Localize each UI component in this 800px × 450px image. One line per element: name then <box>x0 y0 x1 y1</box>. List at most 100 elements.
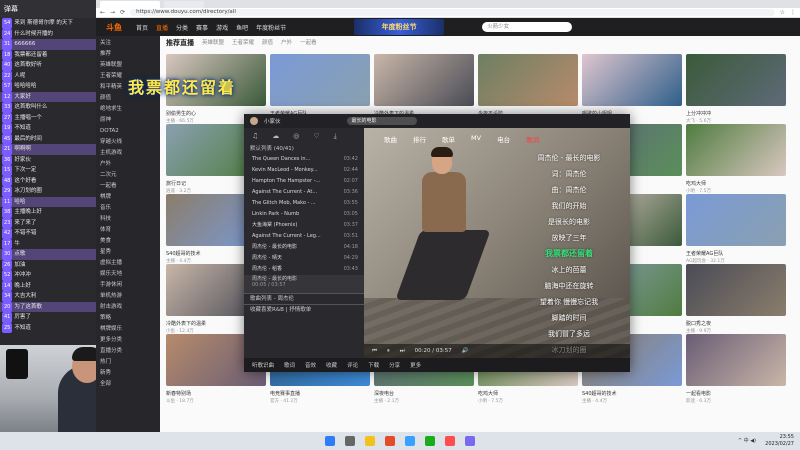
category-item[interactable]: 热门 <box>96 357 160 368</box>
radio-icon[interactable]: ◎ <box>293 132 299 140</box>
player-search-input[interactable]: 最长的电影 <box>346 117 417 125</box>
player-bottom-item[interactable]: 下载 <box>368 361 379 369</box>
category-item[interactable]: 主机游戏 <box>96 148 160 159</box>
category-item[interactable]: 更多分类 <box>96 335 160 346</box>
category-item[interactable]: 虚拟主播 <box>96 258 160 269</box>
browser-tab[interactable] <box>164 0 204 8</box>
category-item[interactable]: 策略 <box>96 313 160 324</box>
section-filter[interactable]: 一起看 <box>300 36 317 50</box>
reload-icon[interactable]: ⟳ <box>120 9 125 16</box>
category-item[interactable]: 英雄联盟 <box>96 60 160 71</box>
stream-card[interactable]: 唱歌的小姐姐阿离 · 23.0万 <box>582 54 682 124</box>
category-item[interactable]: 推荐 <box>96 49 160 60</box>
category-item[interactable]: 关注 <box>96 38 160 49</box>
play-pause-icon[interactable]: ⏸ <box>387 348 390 355</box>
url-field[interactable]: https://www.douyu.com/directory/all <box>130 9 775 16</box>
obs-icon[interactable] <box>465 436 475 446</box>
category-item[interactable]: 星秀 <box>96 247 160 258</box>
music-note-icon[interactable]: ♫ <box>252 132 258 140</box>
player-tab[interactable]: 歌曲 <box>384 134 397 144</box>
category-item[interactable]: 户外 <box>96 159 160 170</box>
song-row[interactable]: 周杰伦 - 稻香 03:43 <box>244 264 364 275</box>
clock[interactable]: 23:55 2023/02/27 <box>765 434 794 448</box>
star-icon[interactable]: ☆ <box>780 9 785 16</box>
wechat-icon[interactable] <box>425 436 435 446</box>
forward-icon[interactable]: → <box>110 9 115 16</box>
start-icon[interactable] <box>325 436 335 446</box>
stream-card[interactable]: 王者荣耀AG巨队AG超玩会 · 32.1万 <box>686 194 786 264</box>
category-item[interactable]: 音乐 <box>96 203 160 214</box>
category-item[interactable]: 棋牌娱乐 <box>96 324 160 335</box>
chrome-icon[interactable] <box>385 436 395 446</box>
player-tab[interactable]: MV <box>471 134 481 144</box>
song-row[interactable]: 大鱼海棠 (Phoenix) 03:37 <box>244 220 364 231</box>
category-item[interactable]: 手游休闲 <box>96 280 160 291</box>
nav-item[interactable]: 鱼吧 <box>236 23 248 32</box>
nav-item[interactable]: 赛事 <box>196 23 208 32</box>
stream-card[interactable]: 吃鸡大师 小明 · 7.5万 <box>686 124 786 194</box>
player-bottom-item[interactable]: 歌词 <box>284 361 295 369</box>
song-row[interactable]: Kevin MacLeod - Monkey... 02:44 <box>244 165 364 176</box>
next-icon[interactable]: ⏭ <box>400 348 405 355</box>
nav-item[interactable]: 年度粉丝节 <box>256 23 286 32</box>
category-item[interactable]: 绝地求生 <box>96 104 160 115</box>
playlist-section[interactable]: 歌曲列表 - 周杰伦 <box>244 293 364 304</box>
nav-item[interactable]: 首页 <box>136 23 148 32</box>
player-bottom-item[interactable]: 更多 <box>410 361 421 369</box>
section-filter[interactable]: 颜值 <box>262 36 273 50</box>
qq-icon[interactable] <box>405 436 415 446</box>
category-item[interactable]: 一起看 <box>96 181 160 192</box>
heart-icon[interactable]: ♡ <box>313 132 319 140</box>
category-item[interactable]: 单机热游 <box>96 291 160 302</box>
category-item[interactable]: 科技 <box>96 214 160 225</box>
category-item[interactable]: 美食 <box>96 236 160 247</box>
stream-card[interactable]: 今夜不设防主播 · 8.8万 <box>478 54 578 124</box>
player-tab[interactable]: 歌单 <box>442 134 455 144</box>
prev-icon[interactable]: ⏮ <box>372 348 377 355</box>
song-row[interactable]: The Glitch Mob, Mako - ... 03:55 <box>244 198 364 209</box>
song-row[interactable]: Hampton The Hampster -... 02:07 <box>244 176 364 187</box>
nav-item[interactable]: 分类 <box>176 23 188 32</box>
song-row[interactable]: Linkin Park - Numb 03:05 <box>244 209 364 220</box>
player-bottom-item[interactable]: 音效 <box>305 361 316 369</box>
stream-card[interactable]: 脱口秀之夜主播 · 9.9万 <box>686 264 786 334</box>
player-tab[interactable]: 电台 <box>497 134 510 144</box>
song-row[interactable]: Against The Current - At... 03:36 <box>244 187 364 198</box>
browser-tab[interactable] <box>100 0 160 8</box>
stream-card[interactable]: 一起看电影影迷 · 6.3万 <box>686 334 786 404</box>
player-bottom-item[interactable]: 听歌识曲 <box>252 361 274 369</box>
menu-icon[interactable]: ⋮ <box>790 9 796 16</box>
nav-item[interactable]: 游戏 <box>216 23 228 32</box>
song-row[interactable]: 周杰伦 - 最长的电影 04:18 <box>244 242 364 253</box>
song-row[interactable]: Against The Current - Leg... 03:51 <box>244 231 364 242</box>
user-avatar[interactable] <box>250 117 258 125</box>
back-icon[interactable]: ← <box>100 9 105 16</box>
category-item[interactable]: 全部 <box>96 379 160 390</box>
volume-icon[interactable]: 🔊 <box>462 348 469 354</box>
search-icon[interactable] <box>345 436 355 446</box>
section-filter[interactable]: 户外 <box>281 36 292 50</box>
category-item[interactable]: 娱乐天地 <box>96 269 160 280</box>
song-row[interactable]: The Queen Dances in... 03:42 <box>244 154 364 165</box>
category-item[interactable]: DOTA2 <box>96 126 160 137</box>
player-username[interactable]: 小家伙 <box>264 117 281 125</box>
system-tray[interactable]: ^ 中 ◀) <box>738 437 756 444</box>
file-explorer-icon[interactable] <box>365 436 375 446</box>
stream-card[interactable]: 上分冲冲冲大飞 · 5.6万 <box>686 54 786 124</box>
player-bottom-item[interactable]: 收藏 <box>326 361 337 369</box>
category-item[interactable]: 直播分类 <box>96 346 160 357</box>
category-item[interactable]: 新秀 <box>96 368 160 379</box>
site-logo[interactable]: 斗鱼 <box>106 22 122 33</box>
player-tab[interactable]: 歌词 <box>526 134 539 144</box>
category-item[interactable]: 射击游戏 <box>96 302 160 313</box>
category-item[interactable]: 原神 <box>96 115 160 126</box>
player-bottom-item[interactable]: 评论 <box>347 361 358 369</box>
cloud-icon[interactable]: ☁ <box>272 132 279 140</box>
stream-card[interactable]: 冷酷外表下的温柔小鱼 · 12.4万 <box>374 54 474 124</box>
player-tab[interactable]: 排行 <box>413 134 426 144</box>
music-app-icon[interactable] <box>445 436 455 446</box>
now-playing-item[interactable]: 周杰伦 - 最长的电影 00:05 / 03:57 <box>244 275 364 293</box>
category-item[interactable]: 穿越火线 <box>96 137 160 148</box>
song-row[interactable]: 周杰伦 - 晴天 04:29 <box>244 253 364 264</box>
section-filter[interactable]: 英雄联盟 <box>202 36 224 50</box>
